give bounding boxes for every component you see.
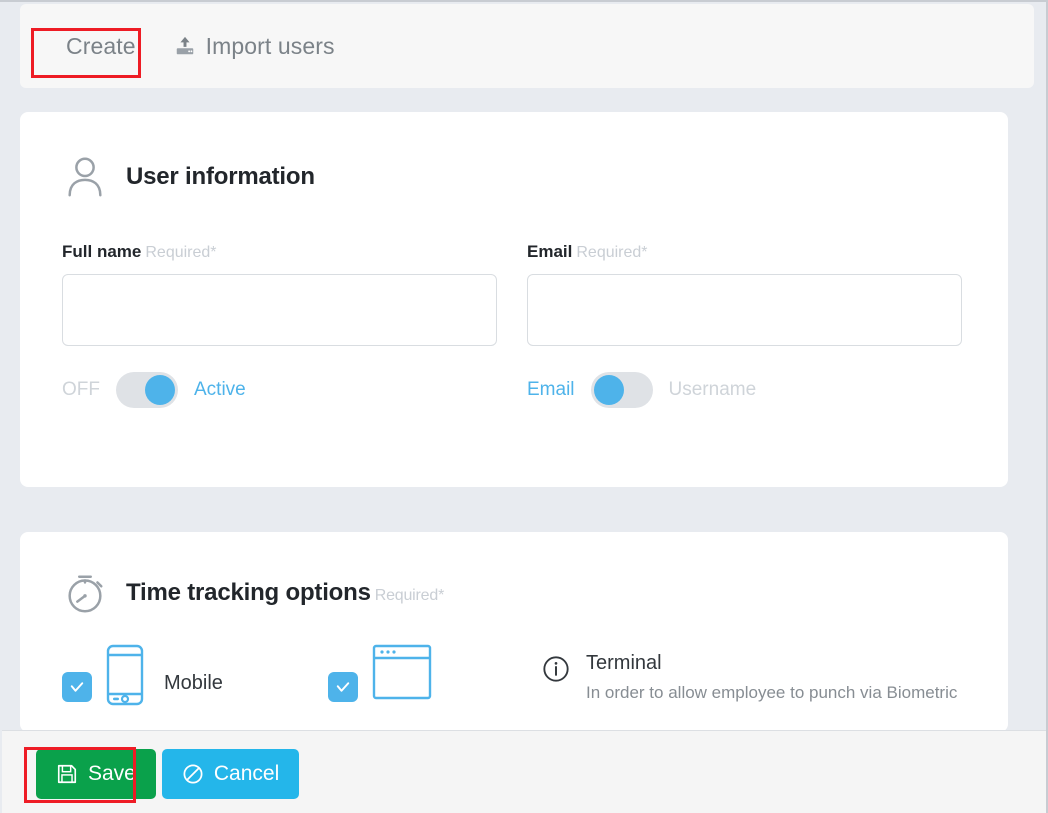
email-input[interactable] <box>527 274 962 346</box>
user-form-row: Full name Required* Email Required* <box>20 242 1008 346</box>
save-button[interactable]: Save <box>36 749 156 799</box>
full-name-field-group: Full name Required* <box>62 242 497 346</box>
full-name-label: Full name Required* <box>62 242 497 262</box>
mobile-phone-icon <box>106 644 144 711</box>
email-label: Email Required* <box>527 242 962 262</box>
web-checkbox[interactable] <box>328 672 358 702</box>
user-card-header: User information <box>20 112 1008 200</box>
mobile-option-label: Mobile <box>164 672 223 694</box>
check-icon <box>70 682 84 692</box>
footer-buttons: Save Cancel <box>2 731 1046 799</box>
login-type-switch-knob <box>593 375 624 405</box>
option-terminal: Terminal In order to allow employee to p… <box>542 652 957 703</box>
full-name-label-text: Full name <box>62 242 142 261</box>
terminal-title: Terminal <box>586 652 662 674</box>
login-type-username-label: Username <box>668 379 757 400</box>
active-toggle-off-label: OFF <box>62 379 100 400</box>
terminal-description: In order to allow employee to punch via … <box>586 683 958 702</box>
active-status-group: OFF Active <box>62 346 497 408</box>
check-icon <box>336 682 350 692</box>
option-web <box>328 644 542 705</box>
time-card-title: Time tracking options Required* <box>126 579 444 607</box>
cancel-button[interactable]: Cancel <box>161 749 300 799</box>
cancel-button-label: Cancel <box>213 762 280 785</box>
full-name-input[interactable] <box>62 274 497 346</box>
active-status-switch-knob <box>145 375 175 405</box>
browser-window-icon <box>372 644 432 705</box>
login-type-email-label: Email <box>527 379 575 400</box>
tab-create[interactable]: Create <box>46 24 156 69</box>
tab-import-users[interactable]: Import users <box>156 23 353 70</box>
mobile-checkbox[interactable] <box>62 672 92 702</box>
user-toggle-row: OFF Active Email Username <box>20 346 1008 408</box>
email-required-tag: Required* <box>576 244 648 261</box>
login-type-switch[interactable] <box>590 372 653 408</box>
time-tracking-options-row: Mobile Terminal In order to allow employ… <box>20 644 1008 711</box>
save-button-label: Save <box>88 762 136 785</box>
footer-action-bar: Save Cancel <box>2 730 1046 813</box>
time-card-required-tag: Required* <box>374 587 445 604</box>
stopwatch-icon <box>62 570 108 616</box>
active-toggle-on-label: Active <box>194 379 246 400</box>
no-entry-icon <box>182 763 204 785</box>
login-type-group: Email Username <box>527 346 962 408</box>
tab-bar: Create Import users <box>20 4 1034 88</box>
upload-icon <box>174 35 196 57</box>
time-tracking-card: Time tracking options Required* Mobile T… <box>20 532 1008 732</box>
active-status-switch[interactable] <box>116 372 178 408</box>
email-field-group: Email Required* <box>527 242 962 346</box>
user-card-title: User information <box>126 163 315 190</box>
floppy-disk-icon <box>56 763 78 785</box>
time-card-title-text: Time tracking options <box>126 579 371 606</box>
user-information-card: User information Full name Required* Emai… <box>20 112 1008 487</box>
tab-list: Create Import users <box>20 4 1034 88</box>
page-root: Create Import users User information Ful… <box>0 0 1048 813</box>
login-type-toggle-row: Email Username <box>527 372 962 408</box>
tab-import-users-label: Import users <box>205 32 335 59</box>
full-name-required-tag: Required* <box>145 244 217 261</box>
user-icon <box>62 154 108 200</box>
email-label-text: Email <box>527 242 573 261</box>
active-status-toggle-row: OFF Active <box>62 372 497 408</box>
info-icon[interactable] <box>542 652 570 703</box>
option-mobile: Mobile <box>62 644 328 711</box>
terminal-text-block: Terminal In order to allow employee to p… <box>586 652 957 703</box>
time-card-header: Time tracking options Required* <box>20 532 1008 616</box>
tab-create-label: Create <box>66 32 136 59</box>
